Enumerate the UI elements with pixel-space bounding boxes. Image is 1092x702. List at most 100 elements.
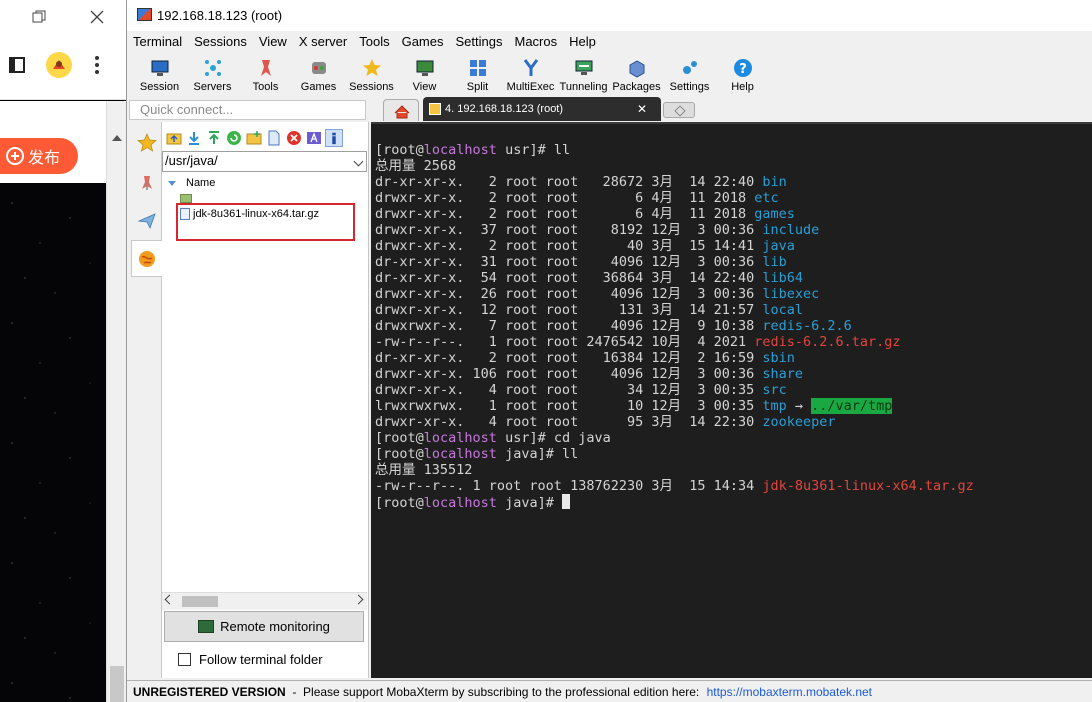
terminal-text: libexec <box>762 286 820 302</box>
tab-close-icon[interactable]: ✕ <box>637 102 647 116</box>
menu-item-view[interactable]: View <box>258 34 292 49</box>
terminal-text: dr-xr-xr-x. 54 root root 36864 3月 14 22:… <box>375 270 763 286</box>
sftp-file-list: Name jdk-8u361-linux-x64.tar.gz <box>162 173 367 593</box>
scroll-right-icon[interactable] <box>353 594 364 605</box>
sidebar-tab-sessions[interactable] <box>131 124 162 161</box>
terminal-text: [root@ <box>375 495 424 511</box>
new-tab-button[interactable] <box>663 102 695 118</box>
toolbar-view-button[interactable]: View <box>398 51 451 95</box>
terminal-text: drwxr-xr-x. 2 root root 40 3月 15 14:41 <box>375 238 763 254</box>
terminal-text: src <box>762 382 787 398</box>
follow-terminal-folder-checkbox[interactable]: Follow terminal folder <box>178 652 323 667</box>
quick-connect-input[interactable]: Quick connect... <box>129 100 366 120</box>
terminal-text: 总用量 135512 <box>375 462 473 478</box>
toolbar-tunneling-button[interactable]: Tunneling <box>557 51 610 95</box>
close-icon[interactable] <box>88 8 106 26</box>
scrollbar-thumb[interactable] <box>182 596 218 607</box>
browser-titlebar <box>0 0 126 38</box>
toolbar-games-button[interactable]: Games <box>292 51 345 95</box>
sftp-horizontal-scrollbar[interactable] <box>162 592 367 610</box>
toolbar-label: Sessions <box>349 81 394 93</box>
toolbar-servers-button[interactable]: Servers <box>186 51 239 95</box>
menu-item-sessions[interactable]: Sessions <box>193 34 252 49</box>
terminal-text: drwxr-xr-x. 4 root root 34 12月 3 00:35 <box>375 382 763 398</box>
terminal-output[interactable]: [root@localhost usr]# ll 总用量 2568 dr-xr-xr… <box>371 122 1092 678</box>
toolbar-label: Session <box>139 81 180 93</box>
toolbar-label: MultiExec <box>506 81 555 93</box>
sidebar-tab-sftp[interactable] <box>131 240 162 277</box>
menu-item-x-server[interactable]: X server <box>298 34 352 49</box>
terminal-text: localhost <box>423 446 497 462</box>
remote-monitoring-button[interactable]: Remote monitoring <box>164 611 364 642</box>
terminal-text: drwxr-xr-x. 12 root root 131 3月 14 21:57 <box>375 302 763 318</box>
checkbox[interactable] <box>178 653 191 666</box>
menu-item-games[interactable]: Games <box>401 34 449 49</box>
download-icon[interactable] <box>185 129 203 147</box>
toolbar-session-button[interactable]: Session <box>133 51 186 95</box>
new-file-icon[interactable] <box>265 129 283 147</box>
main-toolbar: Session Servers Tools Games Sessions View Spli… <box>127 51 1092 95</box>
sftp-column-header[interactable]: Name <box>168 177 215 189</box>
side-panel-icon[interactable] <box>8 56 26 74</box>
menu-item-help[interactable]: Help <box>568 34 601 49</box>
window-titlebar: 192.168.18.123 (root) <box>127 0 1092 31</box>
terminal-line: drwxr-xr-x. 37 root root 8192 12月 3 00:3… <box>375 222 1092 238</box>
toolbar-settings-button[interactable]: Settings <box>663 51 716 95</box>
session-tab[interactable]: 4. 192.168.18.123 (root) ✕ <box>423 97 661 121</box>
parent-folder-icon[interactable] <box>180 194 192 203</box>
terminal-line: drwxrwxr-x. 7 root root 4096 12月 9 10:38… <box>375 318 1092 334</box>
terminal-text: usr]# cd java <box>496 430 611 446</box>
toolbar-sessions-button[interactable]: Sessions <box>345 51 398 95</box>
sftp-path-input[interactable]: /usr/java/ <box>162 151 367 172</box>
session-tab-label: 4. 192.168.18.123 (root) <box>445 103 564 115</box>
folder-up-icon[interactable] <box>165 129 183 147</box>
terminal-text: drwxr-xr-x. 106 root root 4096 12月 3 00:… <box>375 366 763 382</box>
toolbar-packages-button[interactable]: Packages <box>610 51 663 95</box>
toolbar-label: Games <box>300 81 337 93</box>
terminal-text: java]# <box>496 495 562 511</box>
new-folder-icon[interactable] <box>245 129 263 147</box>
toolbar-label: Servers <box>193 81 232 93</box>
scroll-up-arrow-icon[interactable] <box>112 135 122 141</box>
terminal-tab-icon <box>429 103 441 115</box>
rename-icon[interactable] <box>305 129 323 147</box>
extension-icon[interactable] <box>46 52 72 78</box>
scrollbar-thumb[interactable] <box>110 666 124 702</box>
menu-item-tools[interactable]: Tools <box>358 34 394 49</box>
terminal-text: java]# ll <box>496 446 579 462</box>
toolbar-label: Tunneling <box>559 81 608 93</box>
terminal-text: dr-xr-xr-x. 31 root root 4096 12月 3 00:3… <box>375 254 763 270</box>
subscription-link[interactable]: https://mobaxterm.mobatek.net <box>707 685 872 699</box>
restore-icon[interactable] <box>32 10 46 24</box>
delete-icon[interactable] <box>285 129 303 147</box>
window-title: 192.168.18.123 (root) <box>157 8 283 23</box>
home-tab[interactable] <box>383 99 419 121</box>
terminal-line: [root@localhost java]# ll <box>375 446 1092 462</box>
browser-scrollbar[interactable] <box>106 101 126 702</box>
menu-item-terminal[interactable]: Terminal <box>132 34 187 49</box>
home-icon <box>394 105 410 119</box>
browser-window-fragment: 发布 <box>0 0 126 702</box>
split-icon <box>469 60 486 76</box>
browser-page: 发布 <box>0 101 106 183</box>
toolbar-tools-button[interactable]: Tools <box>239 51 292 95</box>
toolbar-multiexec-button[interactable]: MultiExec <box>504 51 557 95</box>
menu-item-macros[interactable]: Macros <box>513 34 562 49</box>
toolbar-help-button[interactable]: ? Help <box>716 51 769 95</box>
toolbar-split-button[interactable]: Split <box>451 51 504 95</box>
scroll-left-icon[interactable] <box>164 594 175 605</box>
chevron-down-icon[interactable] <box>353 156 364 167</box>
terminal-line: lrwxrwxrwx. 1 root root 10 12月 3 00:35 t… <box>375 398 1092 414</box>
publish-button[interactable]: 发布 <box>0 138 78 174</box>
terminal-line: drwxr-xr-x. 26 root root 4096 12月 3 00:3… <box>375 286 1092 302</box>
menu-item-settings[interactable]: Settings <box>455 34 508 49</box>
more-menu-icon[interactable] <box>92 54 102 76</box>
refresh-icon[interactable] <box>225 129 243 147</box>
properties-icon[interactable] <box>325 129 343 147</box>
upload-icon[interactable] <box>205 129 223 147</box>
sidebar-tab-macros[interactable] <box>131 202 162 239</box>
terminal-text: tmp <box>762 398 787 414</box>
servers-icon <box>204 60 221 76</box>
terminal-text: -rw-r--r--. 1 root root 138762230 3月 15 … <box>375 478 763 494</box>
sidebar-tab-tools[interactable] <box>131 164 162 201</box>
